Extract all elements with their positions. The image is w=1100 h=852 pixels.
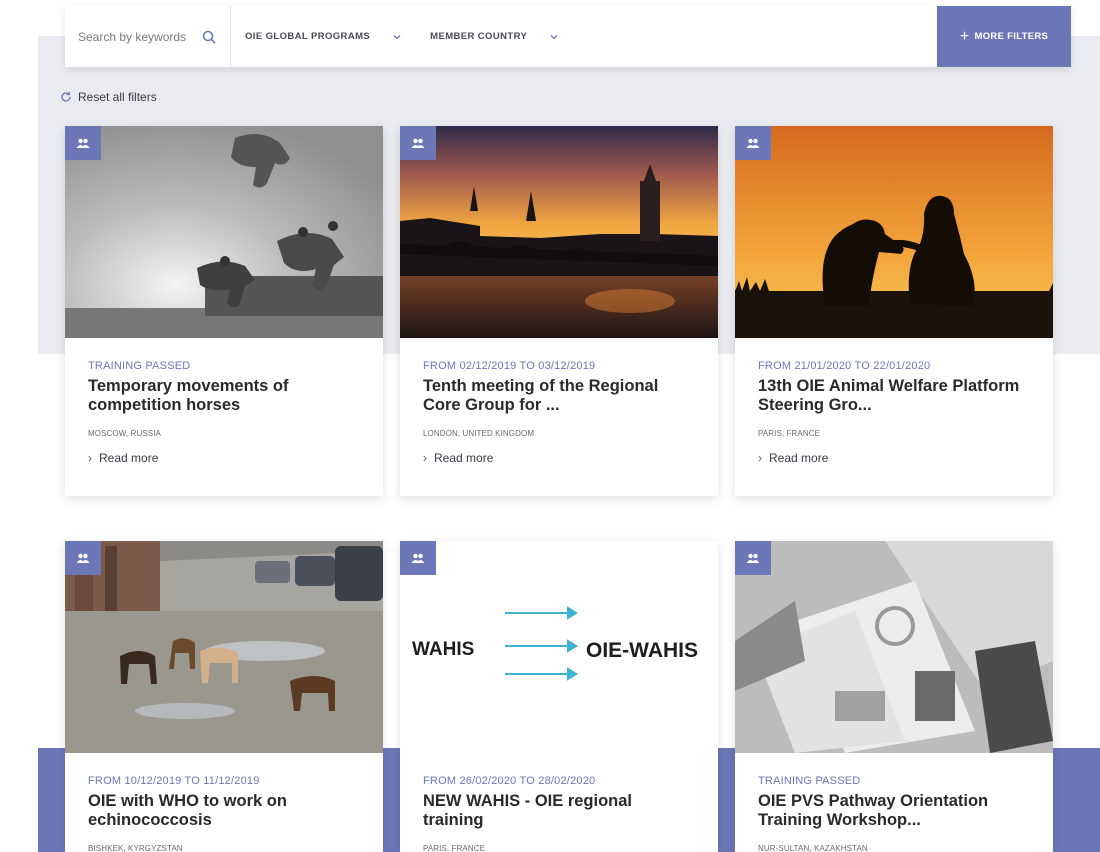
event-title[interactable]: OIE PVS Pathway Orientation Training Wor… [758, 792, 1030, 830]
group-icon [65, 541, 101, 575]
reset-filters-label: Reset all filters [78, 90, 157, 104]
more-filters-label: MORE FILTERS [974, 31, 1049, 42]
oie-wahis-label: OIE-WAHIS [586, 639, 698, 662]
programs-dropdown[interactable]: OIE GLOBAL PROGRAMS [231, 6, 402, 67]
filter-bar: OIE GLOBAL PROGRAMS MEMBER COUNTRY + MOR… [65, 6, 1071, 67]
group-icon [65, 126, 101, 160]
event-location: LONDON, UNITED KINGDOM [423, 429, 535, 438]
read-more-label: Read more [434, 451, 494, 465]
card-image-horses [65, 126, 383, 338]
card-image-stray-dogs [65, 541, 383, 753]
event-title[interactable]: NEW WAHIS - OIE regional training [423, 792, 695, 830]
event-card[interactable]: FROM 02/12/2019 TO 03/12/2019 Tenth meet… [400, 126, 718, 496]
event-location: BISHKEK, KYRGYZSTAN [88, 844, 183, 852]
reset-filters-link[interactable]: Reset all filters [60, 90, 157, 104]
event-card[interactable]: TRAINING PASSED Temporary movements of c… [65, 126, 383, 496]
chevron-right-icon: › [758, 451, 762, 465]
more-filters-button[interactable]: + MORE FILTERS [937, 6, 1071, 67]
search-input[interactable] [78, 29, 196, 44]
group-icon [735, 541, 771, 575]
read-more-link[interactable]: › Read more [423, 451, 695, 465]
event-date: FROM 21/01/2020 TO 22/01/2020 [758, 360, 931, 372]
event-card[interactable]: FROM 21/01/2020 TO 22/01/2020 13th OIE A… [735, 126, 1053, 496]
event-date: TRAINING PASSED [88, 360, 191, 372]
search-icon[interactable] [202, 30, 216, 44]
event-date: FROM 10/12/2019 TO 11/12/2019 [88, 775, 260, 787]
event-location: PARIS, FRANCE [758, 429, 821, 438]
refresh-icon [61, 92, 71, 102]
event-location: PARIS, FRANCE [423, 844, 486, 852]
group-icon [735, 126, 771, 160]
read-more-link[interactable]: › Read more [758, 451, 1030, 465]
read-more-label: Read more [99, 451, 159, 465]
read-more-label: Read more [769, 451, 829, 465]
chevron-right-icon: › [88, 451, 92, 465]
country-dropdown-label: MEMBER COUNTRY [430, 31, 528, 42]
event-title[interactable]: Temporary movements of competition horse… [88, 377, 360, 415]
event-title[interactable]: Tenth meeting of the Regional Core Group… [423, 377, 695, 415]
chevron-down-icon [393, 34, 401, 39]
event-date: FROM 26/02/2020 TO 28/02/2020 [423, 775, 596, 787]
card-image-documents [735, 541, 1053, 753]
card-image-woman-dog [735, 126, 1053, 338]
read-more-link[interactable]: › Read more [88, 451, 360, 465]
chevron-right-icon: › [423, 451, 427, 465]
plus-icon: + [959, 27, 970, 45]
event-title[interactable]: 13th OIE Animal Welfare Platform Steerin… [758, 377, 1030, 415]
event-date: TRAINING PASSED [758, 775, 861, 787]
group-icon [400, 541, 436, 575]
event-title[interactable]: OIE with WHO to work on echinococcosis [88, 792, 360, 830]
card-image-westminster [400, 126, 718, 338]
country-dropdown[interactable]: MEMBER COUNTRY [402, 6, 559, 67]
chevron-down-icon [550, 34, 558, 39]
event-date: FROM 02/12/2019 TO 03/12/2019 [423, 360, 596, 372]
event-card[interactable]: FROM 10/12/2019 TO 11/12/2019 OIE with W… [65, 541, 383, 852]
card-image-wahis: WAHIS OIE-WAHIS [400, 541, 718, 753]
programs-dropdown-label: OIE GLOBAL PROGRAMS [245, 31, 371, 42]
group-icon [400, 126, 436, 160]
event-card[interactable]: TRAINING PASSED OIE PVS Pathway Orientat… [735, 541, 1053, 852]
event-location: NUR-SULTAN, KAZAKHSTAN [758, 844, 868, 852]
event-card[interactable]: WAHIS OIE-WAHIS FROM 26/02/2020 TO 28/02… [400, 541, 718, 852]
event-location: MOSCOW, RUSSIA [88, 429, 161, 438]
search-box [65, 6, 231, 67]
wahis-label: WAHIS [412, 639, 474, 660]
